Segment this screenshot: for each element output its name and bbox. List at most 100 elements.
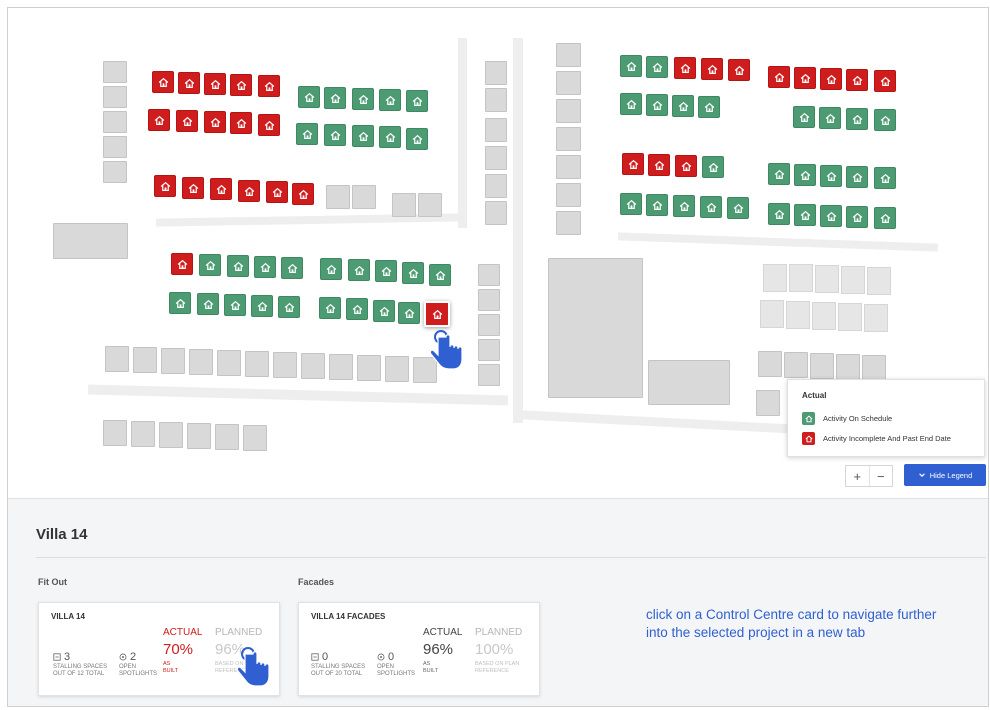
unit-tile[interactable]: [820, 205, 842, 227]
unit-tile[interactable]: [820, 68, 842, 90]
unit-tile[interactable]: [278, 296, 300, 318]
unit-tile[interactable]: [674, 57, 696, 79]
unit-tile[interactable]: [373, 300, 395, 322]
unit-tile[interactable]: [266, 181, 288, 203]
unit-tile[interactable]: [846, 108, 868, 130]
site-map[interactable]: Actual Activity On Schedule Activity Inc…: [8, 8, 988, 498]
unit-tile[interactable]: [768, 66, 790, 88]
unit-tile[interactable]: [620, 93, 642, 115]
house-icon: [826, 171, 836, 181]
unit-tile[interactable]: [230, 112, 252, 134]
unit-tile[interactable]: [820, 165, 842, 187]
unit-tile[interactable]: [406, 128, 428, 150]
unit-tile[interactable]: [768, 203, 790, 225]
unit-tile[interactable]: [352, 125, 374, 147]
unit-tile[interactable]: [768, 163, 790, 185]
unit-tile[interactable]: [379, 89, 401, 111]
unit-tile[interactable]: [672, 95, 694, 117]
unit-tile-selected[interactable]: [424, 301, 450, 327]
unit-tile[interactable]: [794, 67, 816, 89]
unit-tile[interactable]: [352, 88, 374, 110]
unit-tile[interactable]: [152, 71, 174, 93]
unit-tile[interactable]: [646, 94, 668, 116]
unit-tile[interactable]: [398, 302, 420, 324]
unit-tile[interactable]: [702, 156, 724, 178]
unit-tile[interactable]: [819, 107, 841, 129]
unit-tile[interactable]: [727, 197, 749, 219]
unit-tile[interactable]: [230, 74, 252, 96]
unit-tile[interactable]: [298, 86, 320, 108]
unit-tile[interactable]: [406, 90, 428, 112]
hand-pointer-icon: [430, 330, 463, 370]
inactive-building: [556, 127, 581, 151]
unit-tile[interactable]: [319, 297, 341, 319]
unit-tile[interactable]: [227, 255, 249, 277]
unit-tile[interactable]: [238, 180, 260, 202]
control-centre-card-fit-out[interactable]: VILLA 14 3 STALLING SPACES OUT OF 12 TOT…: [38, 602, 280, 696]
hide-legend-button[interactable]: Hide Legend: [904, 464, 986, 486]
house-icon: [205, 260, 215, 270]
unit-tile[interactable]: [251, 295, 273, 317]
control-centre-card-facades[interactable]: VILLA 14 FACADES 0 STALLING SPACES OUT O…: [298, 602, 540, 696]
unit-tile[interactable]: [794, 204, 816, 226]
unit-tile[interactable]: [182, 177, 204, 199]
unit-tile[interactable]: [171, 253, 193, 275]
unit-tile[interactable]: [292, 183, 314, 205]
unit-tile[interactable]: [320, 258, 342, 280]
spotlights-stat: 2 OPEN SPOTLIGHTS: [119, 651, 159, 678]
unit-tile[interactable]: [648, 154, 670, 176]
inactive-building: [105, 346, 129, 372]
unit-tile[interactable]: [379, 126, 401, 148]
unit-tile[interactable]: [224, 294, 246, 316]
unit-tile[interactable]: [346, 298, 368, 320]
unit-tile[interactable]: [296, 123, 318, 145]
unit-tile[interactable]: [429, 264, 451, 286]
unit-tile[interactable]: [646, 56, 668, 78]
unit-tile[interactable]: [169, 292, 191, 314]
zoom-in-button[interactable]: +: [846, 466, 869, 486]
unit-tile[interactable]: [176, 110, 198, 132]
unit-tile[interactable]: [728, 59, 750, 81]
unit-tile[interactable]: [402, 262, 424, 284]
unit-tile[interactable]: [620, 55, 642, 77]
unit-tile[interactable]: [258, 75, 280, 97]
unit-tile[interactable]: [874, 207, 896, 229]
zoom-out-button[interactable]: −: [868, 466, 893, 486]
unit-tile[interactable]: [620, 193, 642, 215]
legend-item-on-schedule: Activity On Schedule: [802, 412, 892, 425]
unit-tile[interactable]: [793, 106, 815, 128]
spotlights-label: OPEN SPOTLIGHTS: [119, 664, 158, 677]
unit-tile[interactable]: [204, 73, 226, 95]
unit-tile[interactable]: [675, 155, 697, 177]
unit-tile[interactable]: [204, 111, 226, 133]
unit-tile[interactable]: [646, 194, 668, 216]
unit-tile[interactable]: [178, 72, 200, 94]
unit-tile[interactable]: [698, 96, 720, 118]
unit-tile[interactable]: [622, 153, 644, 175]
unit-tile[interactable]: [673, 195, 695, 217]
unit-tile[interactable]: [197, 293, 219, 315]
unit-tile[interactable]: [701, 58, 723, 80]
unit-tile[interactable]: [874, 109, 896, 131]
unit-tile[interactable]: [324, 124, 346, 146]
section-title-facades: Facades: [298, 577, 335, 587]
unit-tile[interactable]: [258, 114, 280, 136]
unit-tile[interactable]: [324, 87, 346, 109]
house-icon: [680, 63, 690, 73]
unit-tile[interactable]: [375, 260, 397, 282]
unit-tile[interactable]: [348, 259, 370, 281]
unit-tile[interactable]: [846, 69, 868, 91]
unit-tile[interactable]: [254, 256, 276, 278]
unit-tile[interactable]: [281, 257, 303, 279]
unit-tile[interactable]: [874, 167, 896, 189]
unit-tile[interactable]: [148, 109, 170, 131]
unit-tile[interactable]: [199, 254, 221, 276]
unit-tile[interactable]: [210, 178, 232, 200]
unit-tile[interactable]: [794, 164, 816, 186]
inactive-building: [326, 185, 350, 209]
unit-tile[interactable]: [846, 206, 868, 228]
unit-tile[interactable]: [846, 166, 868, 188]
unit-tile[interactable]: [874, 70, 896, 92]
unit-tile[interactable]: [154, 175, 176, 197]
unit-tile[interactable]: [700, 196, 722, 218]
